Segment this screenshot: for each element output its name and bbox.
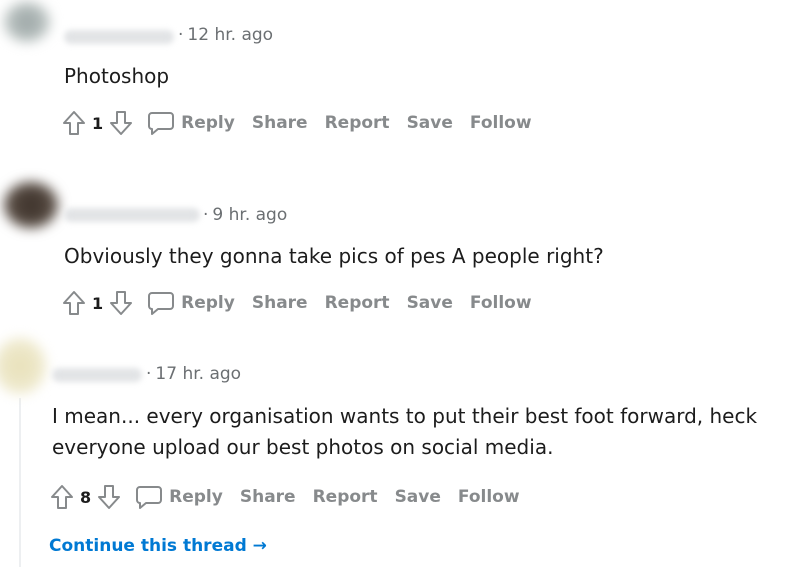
comment-body-line: everyone upload our best photos on socia… [52, 435, 554, 459]
downvote-icon[interactable] [95, 482, 123, 512]
comment-body: I mean... every organisation wants to pu… [52, 401, 757, 463]
comment: · 17 hr. ago I mean... every organisation… [0, 0, 800, 567]
comment-actions: 8 Reply Share Report Save Follow [48, 482, 537, 512]
comment-timestamp: · 17 hr. ago [146, 364, 242, 384]
report-button[interactable]: Report [313, 487, 378, 507]
follow-button[interactable]: Follow [458, 487, 520, 507]
comment-bubble-icon [135, 482, 163, 512]
comment-body-line: I mean... every organisation wants to pu… [52, 404, 758, 428]
share-button[interactable]: Share [240, 487, 296, 507]
reply-label: Reply [169, 487, 223, 507]
username[interactable] [52, 368, 142, 382]
save-button[interactable]: Save [395, 487, 441, 507]
comment-thread: · 12 hr. ago Photoshop 1 Reply Share Repo… [0, 0, 800, 567]
vote-count: 8 [80, 487, 92, 507]
timestamp-text: 17 hr. ago [155, 364, 242, 384]
continue-thread-link[interactable]: Continue this thread → [49, 536, 267, 556]
reply-button[interactable]: Reply [135, 482, 223, 512]
avatar[interactable] [0, 338, 46, 394]
upvote-icon[interactable] [48, 482, 76, 512]
